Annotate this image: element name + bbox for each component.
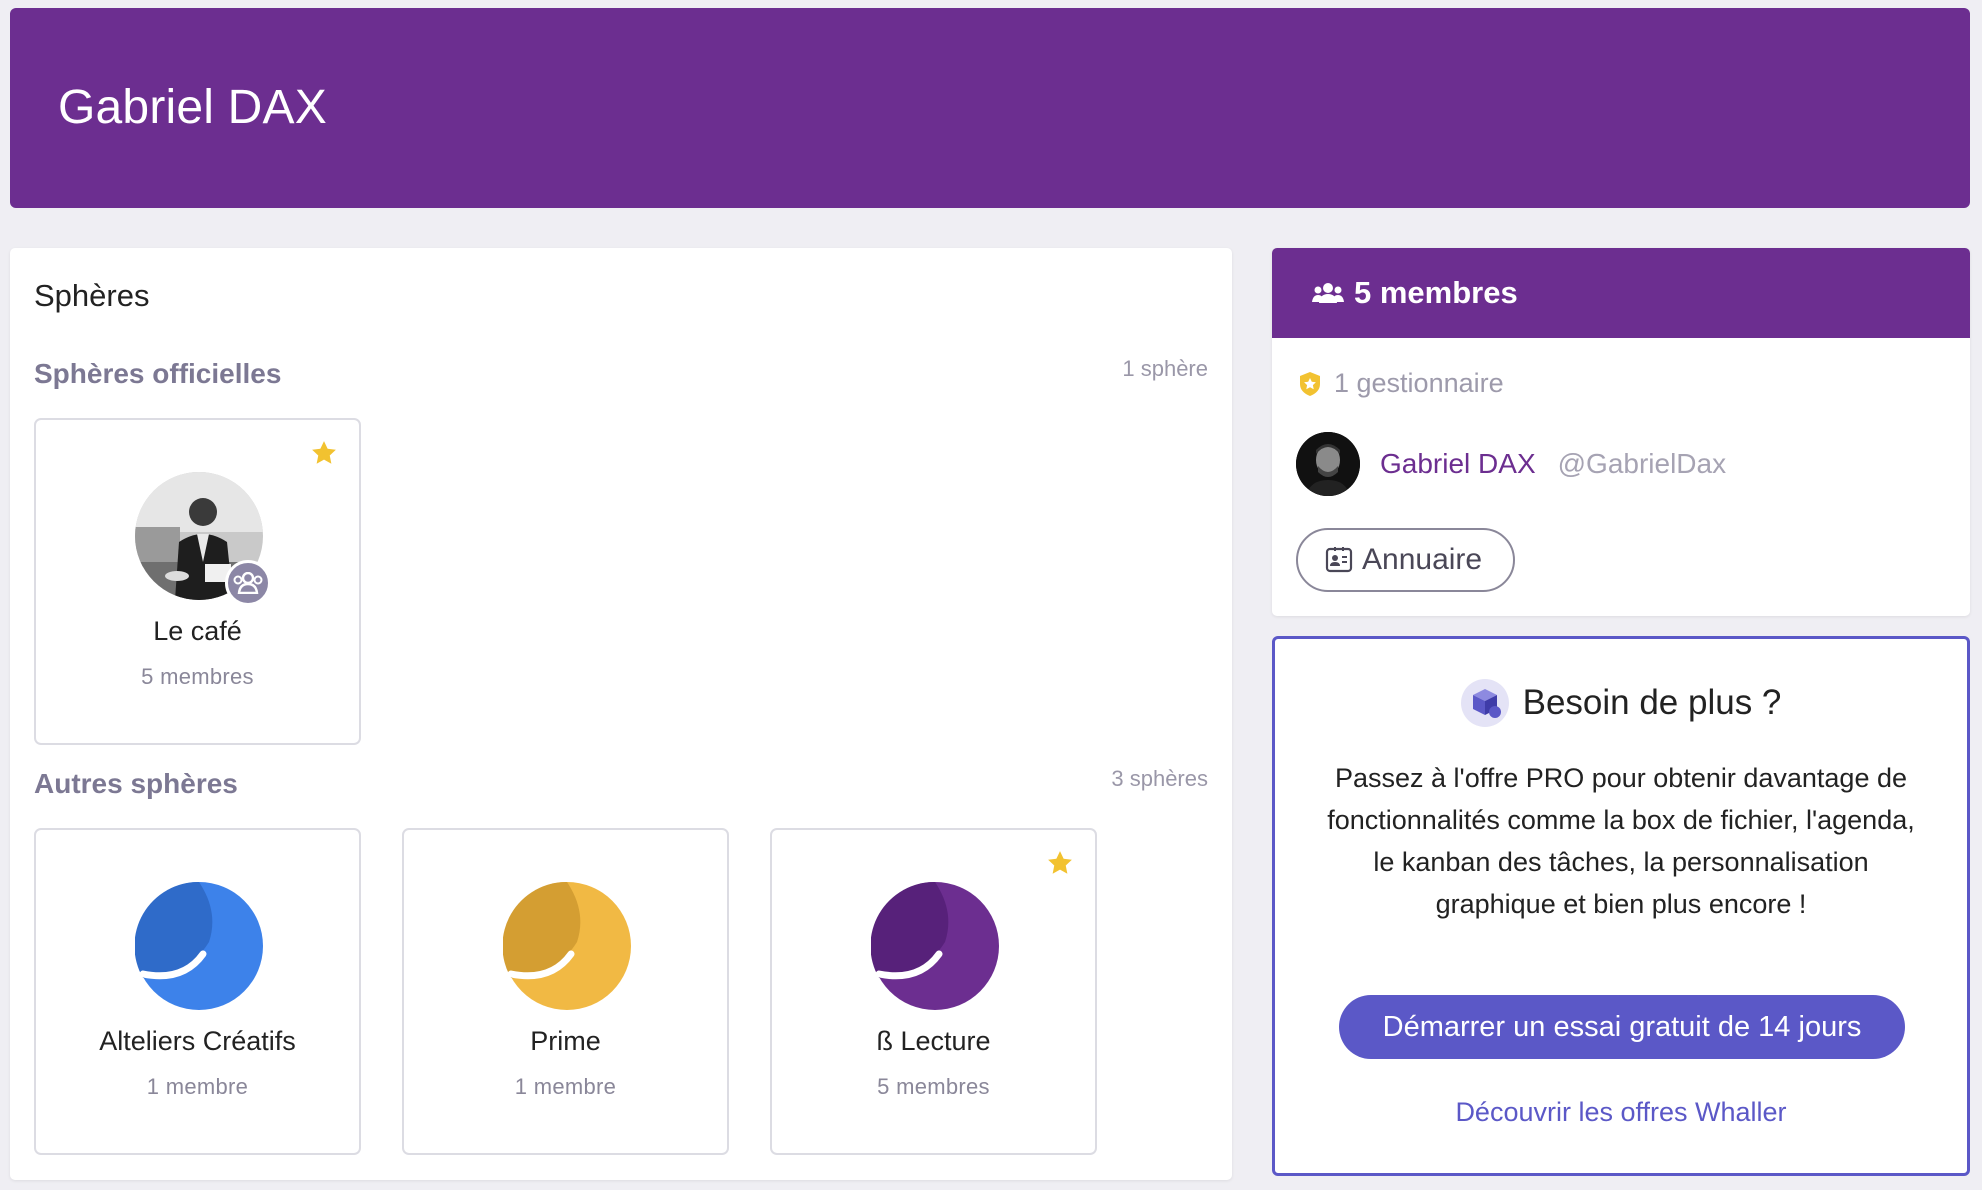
sphere-avatar <box>870 881 999 1010</box>
official-spheres-count: 1 sphère <box>1122 356 1208 381</box>
contact-card-icon <box>1324 545 1354 575</box>
sphere-name: Le café <box>153 616 242 646</box>
user-name-link[interactable]: Gabriel DAX <box>1380 448 1536 480</box>
favorite-star-icon[interactable] <box>1045 848 1075 878</box>
sphere-avatar <box>134 881 263 1010</box>
group-icon <box>225 560 271 606</box>
manager-user-row: Gabriel DAX @GabrielDax <box>1296 432 1726 496</box>
managers-count: 1 gestionnaire <box>1334 368 1504 398</box>
sphere-tile-lecture[interactable]: ß Lecture 5 membres <box>770 828 1097 1155</box>
sphere-avatar <box>135 472 271 606</box>
members-card: 5 membres 1 gestionnaire Gabriel DAX @Ga… <box>1272 248 1970 616</box>
whaller-sphere-icon <box>870 881 999 1010</box>
user-avatar[interactable] <box>1296 432 1360 496</box>
sphere-tile-alteliers-creatifs[interactable]: Alteliers Créatifs 1 membre <box>34 828 361 1155</box>
spheres-card: Sphères Sphères officielles 1 sphère Le … <box>10 248 1232 1180</box>
sphere-tile-prime[interactable]: Prime 1 membre <box>402 828 729 1155</box>
whaller-sphere-icon <box>502 881 631 1010</box>
sphere-tile-le-cafe[interactable]: Le café 5 membres <box>34 418 361 745</box>
sphere-members-count: 1 membre <box>514 1074 617 1099</box>
whaller-sphere-icon <box>134 881 263 1010</box>
favorite-star-icon[interactable] <box>309 438 339 468</box>
start-trial-button[interactable]: Démarrer un essai gratuit de 14 jours <box>1339 995 1905 1059</box>
members-card-header[interactable]: 5 membres <box>1272 248 1970 338</box>
members-count-title: 5 membres <box>1354 275 1518 310</box>
offers-link[interactable]: Découvrir les offres Whaller <box>1275 1097 1967 1128</box>
directory-button[interactable]: Annuaire <box>1296 528 1515 592</box>
user-handle: @GabrielDax <box>1557 448 1727 479</box>
manager-badge-icon <box>1296 370 1324 398</box>
page-title: Gabriel DAX <box>58 81 327 134</box>
promo-description: Passez à l'offre PRO pour obtenir davant… <box>1327 763 1915 919</box>
cube-icon <box>1460 679 1509 727</box>
promo-title: Besoin de plus ? <box>1275 679 1967 727</box>
sphere-name: Alteliers Créatifs <box>99 1026 296 1056</box>
sphere-name: ß Lecture <box>876 1026 991 1056</box>
sphere-members-count: 5 membres <box>877 1074 990 1099</box>
sphere-members-count: 1 membre <box>146 1074 249 1099</box>
managers-line: 1 gestionnaire <box>1296 368 1504 399</box>
sphere-name: Prime <box>530 1026 601 1056</box>
upgrade-promo-card: Besoin de plus ? Passez à l'offre PRO po… <box>1272 636 1970 1176</box>
promo-title-text: Besoin de plus ? <box>1522 683 1782 722</box>
other-spheres-title: Autres sphères <box>34 768 238 799</box>
spheres-card-title: Sphères <box>34 278 150 313</box>
official-spheres-title: Sphères officielles <box>34 358 282 389</box>
other-spheres-count: 3 sphères <box>1111 766 1208 791</box>
users-icon <box>1312 281 1344 305</box>
directory-button-label: Annuaire <box>1362 543 1483 576</box>
profile-banner: Gabriel DAX <box>10 8 1970 208</box>
sphere-members-count: 5 membres <box>141 664 254 689</box>
sphere-avatar <box>502 881 631 1010</box>
